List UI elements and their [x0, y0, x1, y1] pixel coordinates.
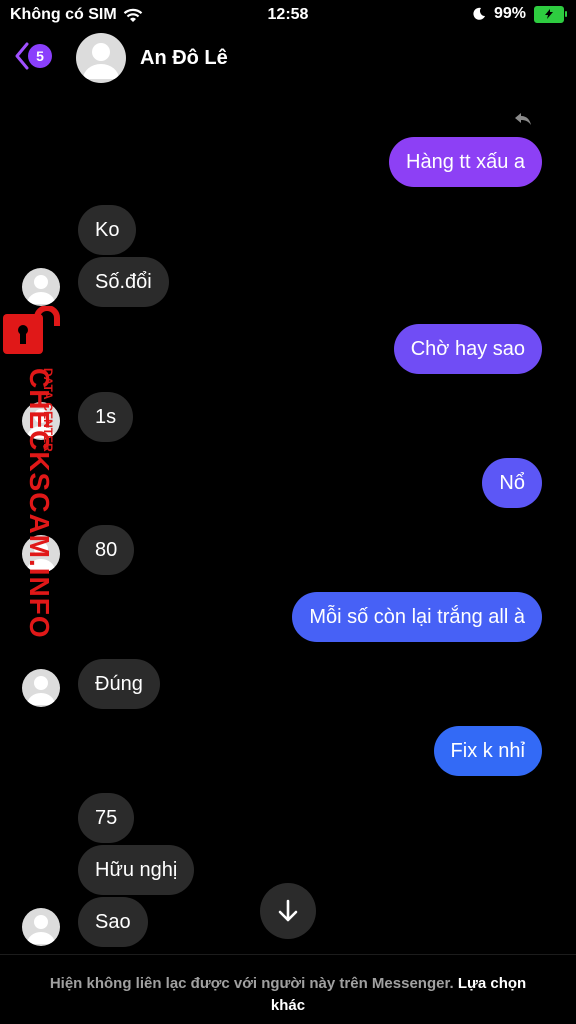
message-bubble-received[interactable]: 75	[78, 793, 135, 843]
notice-text: Hiện không liên lạc được với người này t…	[49, 975, 454, 992]
battery-percent: 99%	[493, 5, 526, 22]
chat-header: 5 An Đô Lê	[0, 30, 576, 88]
unavailable-notice: Hiện không liên lạc được với người này t…	[0, 954, 576, 1024]
message-bubble-received[interactable]: Sao	[78, 897, 148, 947]
status-bar: Không có SIM 12:58 99%	[0, 0, 576, 30]
message-bubble-received[interactable]: Số.đổi	[78, 257, 169, 307]
sender-avatar[interactable]	[22, 669, 60, 707]
arrow-down-icon	[278, 899, 298, 922]
watermark-subtext: DATA CENTER	[41, 368, 55, 452]
unread-count-badge: 5	[28, 44, 52, 68]
contact-avatar[interactable]	[76, 33, 126, 83]
message-bubble-sent[interactable]: Fix k nhỉ	[433, 726, 542, 776]
watermark: CHECKSCAM.INFO DATA CENTER	[3, 306, 73, 639]
back-button[interactable]: 5	[14, 42, 52, 70]
message-bubble-received[interactable]: Đúng	[78, 659, 160, 709]
message-bubble-sent[interactable]: Nổ	[482, 458, 542, 508]
battery-icon	[534, 5, 567, 23]
scroll-to-bottom-button[interactable]	[260, 883, 316, 939]
message-bubble-sent[interactable]: Chờ hay sao	[393, 324, 542, 374]
message-bubble-received[interactable]: Ko	[78, 205, 137, 255]
contact-name[interactable]: An Đô Lê	[140, 47, 228, 70]
message-bubble-sent[interactable]: Hàng tt xấu a	[389, 137, 542, 187]
message-bubble-received[interactable]: 80	[78, 525, 135, 575]
sender-avatar[interactable]	[22, 268, 60, 306]
sender-avatar[interactable]	[22, 908, 60, 946]
message-bubble-sent[interactable]: Mỗi số còn lại trắng all à	[292, 592, 542, 642]
message-bubble-received[interactable]: 1s	[78, 392, 134, 442]
reply-icon	[515, 113, 531, 125]
moon-icon	[473, 7, 485, 20]
message-bubble-received[interactable]: Hữu nghị	[78, 845, 195, 895]
lock-icon	[3, 306, 60, 354]
status-right: 99%	[472, 5, 567, 23]
